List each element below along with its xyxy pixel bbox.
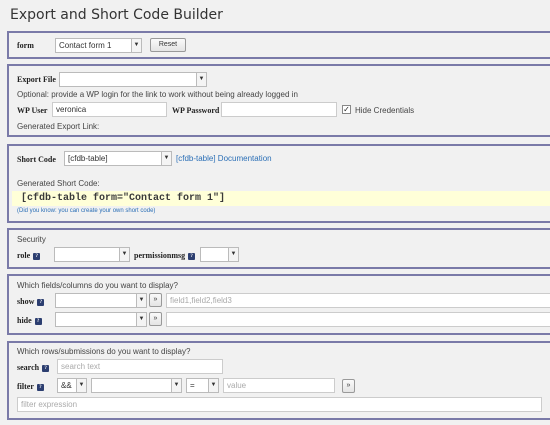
page-title: Export and Short Code Builder: [10, 7, 223, 23]
wp-password-label: WP Password: [172, 106, 220, 115]
optional-note: Optional: provide a WP login for the lin…: [17, 90, 298, 99]
wp-password-field[interactable]: [221, 102, 337, 117]
rows-heading: Which rows/submissions do you want to di…: [17, 347, 191, 356]
filter-operator-value: =: [190, 381, 195, 390]
hide-fields-input[interactable]: [166, 312, 550, 327]
help-icon[interactable]: ?: [37, 298, 45, 306]
form-label: form: [17, 41, 34, 50]
filter-expression-input[interactable]: filter expression: [17, 397, 542, 412]
security-heading: Security: [17, 235, 46, 244]
documentation-link[interactable]: [cfdb-table] Documentation: [176, 154, 272, 163]
filter-label-text: filter: [17, 382, 34, 391]
help-icon[interactable]: ?: [34, 317, 42, 325]
short-code-value: [cfdb-table]: [68, 154, 108, 163]
short-code-label: Short Code: [17, 155, 56, 164]
add-filter-button[interactable]: »: [342, 379, 355, 393]
show-label-text: show: [17, 297, 35, 306]
help-icon[interactable]: ?: [36, 383, 44, 391]
shortcode-panel: Short Code [cfdb-table] ▼ [cfdb-table] D…: [7, 144, 550, 223]
generated-link-label: Generated Export Link:: [17, 122, 100, 131]
chevron-down-icon: ▼: [171, 379, 181, 392]
role-select[interactable]: ▼: [54, 247, 130, 262]
export-panel: Export File ▼ Optional: provide a WP log…: [7, 64, 550, 137]
reset-button[interactable]: Reset: [150, 38, 186, 52]
role-label-text: role: [17, 251, 31, 260]
add-show-field-button[interactable]: »: [149, 293, 162, 307]
shortcode-tip: (Did you know: you can create your own s…: [17, 208, 156, 214]
short-code-select[interactable]: [cfdb-table] ▼: [64, 151, 172, 166]
permissionmsg-label-text: permissionmsg: [134, 251, 186, 260]
filter-operator-select[interactable]: = ▼: [186, 378, 219, 393]
permissionmsg-label: permissionmsg?: [134, 251, 196, 260]
chevron-down-icon: ▼: [228, 248, 238, 261]
filter-field-select[interactable]: ▼: [91, 378, 182, 393]
role-label: role?: [17, 251, 41, 260]
fields-panel: Which fields/columns do you want to disp…: [7, 274, 550, 335]
chevron-down-icon: ▼: [196, 73, 206, 86]
hide-select[interactable]: ▼: [55, 312, 147, 327]
chevron-down-icon: ▼: [76, 379, 86, 392]
chevron-down-icon: ▼: [136, 313, 146, 326]
add-hide-field-button[interactable]: »: [149, 312, 162, 326]
chevron-down-icon: ▼: [131, 39, 141, 52]
hide-label-text: hide: [17, 316, 32, 325]
filter-label: filter?: [17, 382, 44, 391]
fields-heading: Which fields/columns do you want to disp…: [17, 281, 178, 290]
filter-value-input[interactable]: value: [223, 378, 335, 393]
filter-logic-value: &&: [61, 381, 72, 390]
chevron-down-icon: ▼: [208, 379, 218, 392]
help-icon[interactable]: ?: [188, 252, 196, 260]
export-file-select[interactable]: ▼: [59, 72, 207, 87]
generated-shortcode-label: Generated Short Code:: [17, 179, 100, 188]
help-icon[interactable]: ?: [33, 252, 41, 260]
search-label: search?: [17, 363, 50, 372]
wp-user-field[interactable]: veronica: [52, 102, 167, 117]
permissionmsg-select[interactable]: ▼: [200, 247, 239, 262]
form-select-value: Contact form 1: [59, 41, 112, 50]
chevron-down-icon: ▼: [119, 248, 129, 261]
show-fields-input[interactable]: field1,field2,field3: [166, 293, 550, 308]
export-file-label: Export File: [17, 75, 56, 84]
hide-label: hide?: [17, 316, 42, 325]
wp-user-label: WP User: [17, 106, 48, 115]
generated-shortcode: [cfdb-table form="Contact form 1"]: [12, 191, 550, 206]
search-input[interactable]: search text: [57, 359, 223, 374]
hide-credentials-checkbox[interactable]: ✓: [342, 105, 351, 114]
chevron-down-icon: ▼: [161, 152, 171, 165]
show-select[interactable]: ▼: [55, 293, 147, 308]
hide-credentials-label: Hide Credentials: [355, 106, 415, 115]
form-panel: form Contact form 1 ▼ Reset: [7, 31, 550, 59]
filter-logic-select[interactable]: && ▼: [57, 378, 87, 393]
help-icon[interactable]: ?: [42, 364, 50, 372]
chevron-down-icon: ▼: [136, 294, 146, 307]
form-select[interactable]: Contact form 1 ▼: [55, 38, 142, 53]
security-panel: Security role? ▼ permissionmsg? ▼: [7, 228, 550, 269]
search-label-text: search: [17, 363, 40, 372]
show-label: show?: [17, 297, 45, 306]
rows-panel: Which rows/submissions do you want to di…: [7, 341, 550, 420]
